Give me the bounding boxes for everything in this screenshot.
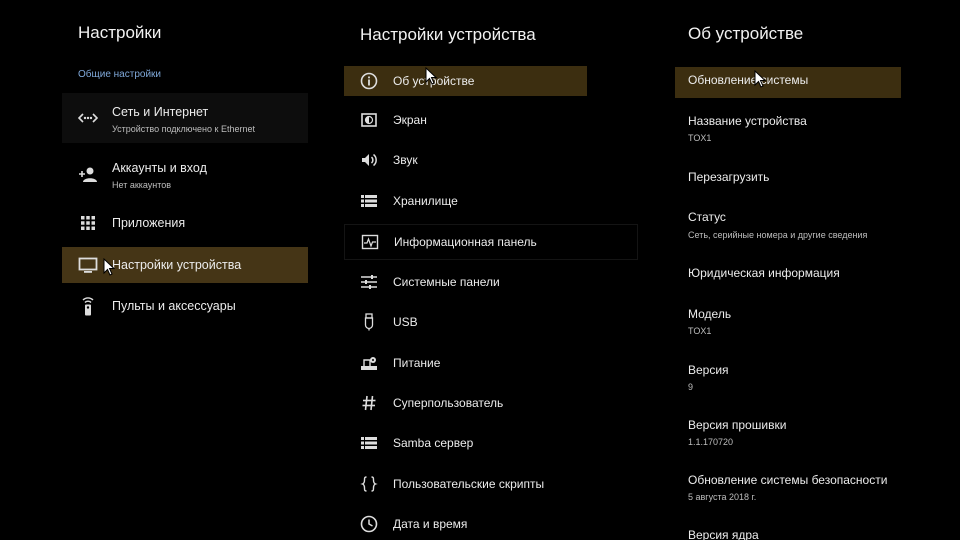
menu-item-about-device[interactable]: Об устройстве <box>344 66 587 96</box>
menu-item-label: Перезагрузить <box>688 170 770 184</box>
mouse-pointer-icon <box>103 258 115 276</box>
dashboard-icon <box>361 233 379 251</box>
menu-item-sublabel: 5 августа 2018 г. <box>688 492 757 502</box>
menu-item-legal-info[interactable]: Юридическая информация <box>675 260 901 290</box>
menu-item-kernel-version[interactable]: Версия ядра <box>675 522 901 540</box>
menu-item-label: Название устройства <box>688 114 807 128</box>
server-icon <box>360 434 378 452</box>
menu-item-label: Экран <box>393 113 427 127</box>
menu-item-sublabel: Нет аккаунтов <box>112 180 172 190</box>
settings-panel: Настройки Общие настройки Сеть и Интерне… <box>0 0 320 540</box>
storage-icon <box>360 192 378 210</box>
menu-item-firmware-version[interactable]: Версия прошивки 1.1.170720 <box>675 412 901 452</box>
menu-item-storage[interactable]: Хранилище <box>344 186 587 216</box>
menu-item-sublabel: TOX1 <box>688 133 712 143</box>
about-device-panel: Об устройстве Обновление системы Названи… <box>650 0 960 540</box>
menu-item-label: Дата и время <box>393 517 468 531</box>
section-general-settings: Общие настройки <box>78 69 161 80</box>
menu-item-dashboard[interactable]: Информационная панель <box>344 224 638 260</box>
menu-item-device-settings[interactable]: Настройки устройства <box>62 247 308 283</box>
device-settings-panel: Настройки устройства Об устройстве Экран… <box>320 0 650 540</box>
menu-item-sublabel: Сеть, серийные номера и другие сведения <box>688 230 868 240</box>
menu-item-network[interactable]: Сеть и Интернет Устройство подключено к … <box>62 93 308 143</box>
menu-item-version[interactable]: Версия 9 <box>675 357 901 397</box>
mouse-pointer-icon <box>425 67 437 85</box>
menu-item-sublabel: 9 <box>688 382 694 392</box>
menu-item-label: Юридическая информация <box>688 266 840 280</box>
menu-item-security-update[interactable]: Обновление системы безопасности 5 август… <box>675 467 901 507</box>
menu-item-label: Статус <box>688 210 726 224</box>
menu-item-label: Пользовательские скрипты <box>393 477 545 491</box>
menu-item-device-name[interactable]: Название устройства TOX1 <box>675 108 901 148</box>
panel-title-settings: Настройки <box>78 23 162 42</box>
mouse-pointer-icon <box>754 70 766 88</box>
menu-item-sublabel: 1.1.170720 <box>688 437 734 447</box>
add-account-icon <box>78 165 98 185</box>
menu-item-power[interactable]: Питание <box>344 348 587 378</box>
menu-item-display[interactable]: Экран <box>344 105 587 135</box>
menu-item-date-time[interactable]: Дата и время <box>344 509 587 539</box>
tv-icon <box>78 255 98 275</box>
menu-item-label: Сеть и Интернет <box>112 105 209 119</box>
menu-item-label: Информационная панель <box>394 235 537 249</box>
menu-item-label: Версия прошивки <box>688 418 787 432</box>
clock-icon <box>360 515 378 533</box>
menu-item-sublabel: TOX1 <box>688 326 712 336</box>
menu-item-user-scripts[interactable]: Пользовательские скрипты <box>344 469 587 499</box>
menu-item-label: Пульты и аксессуары <box>112 299 236 313</box>
remote-icon <box>78 296 98 316</box>
network-icon <box>78 108 98 128</box>
menu-item-label: Аккаунты и вход <box>112 161 207 175</box>
sliders-icon <box>360 273 378 291</box>
menu-item-sound[interactable]: Звук <box>344 145 587 175</box>
menu-item-label: Хранилище <box>393 194 458 208</box>
menu-item-label: Модель <box>688 307 732 321</box>
panel-title-about-device: Об устройстве <box>688 24 804 43</box>
menu-item-label: Системные панели <box>393 275 500 289</box>
menu-item-label: Приложения <box>112 216 186 230</box>
menu-item-label: Samba сервер <box>393 436 474 450</box>
menu-item-label: Обновление системы <box>688 73 809 87</box>
menu-item-apps[interactable]: Приложения <box>62 205 308 241</box>
menu-item-label: Обновление системы безопасности <box>688 473 888 487</box>
menu-item-label: Версия ядра <box>688 528 759 540</box>
menu-item-label: Настройки устройства <box>112 258 242 272</box>
menu-item-status[interactable]: Статус Сеть, серийные номера и другие св… <box>675 204 901 244</box>
braces-icon <box>360 475 378 493</box>
panel-title-device-settings: Настройки устройства <box>360 25 536 44</box>
menu-item-label: USB <box>393 315 418 329</box>
menu-item-label: Питание <box>393 356 441 370</box>
power-icon <box>360 354 378 372</box>
hash-icon <box>360 394 378 412</box>
menu-item-usb[interactable]: USB <box>344 307 587 337</box>
usb-icon <box>360 313 378 331</box>
menu-item-remotes[interactable]: Пульты и аксессуары <box>62 288 308 324</box>
menu-item-samba-server[interactable]: Samba сервер <box>344 428 587 458</box>
menu-item-system-panels[interactable]: Системные панели <box>344 267 587 297</box>
info-icon <box>360 72 378 90</box>
menu-item-restart[interactable]: Перезагрузить <box>675 164 901 194</box>
menu-item-superuser[interactable]: Суперпользователь <box>344 388 587 418</box>
menu-item-accounts[interactable]: Аккаунты и вход Нет аккаунтов <box>62 150 308 200</box>
menu-item-label: Звук <box>393 153 418 167</box>
menu-item-label: Версия <box>688 363 729 377</box>
menu-item-label: Суперпользователь <box>393 396 504 410</box>
apps-grid-icon <box>78 213 98 233</box>
display-icon <box>360 111 378 129</box>
menu-item-sublabel: Устройство подключено к Ethernet <box>112 124 255 134</box>
menu-item-system-update[interactable]: Обновление системы <box>675 67 901 98</box>
speaker-icon <box>360 151 378 169</box>
menu-item-model[interactable]: Модель TOX1 <box>675 301 901 341</box>
